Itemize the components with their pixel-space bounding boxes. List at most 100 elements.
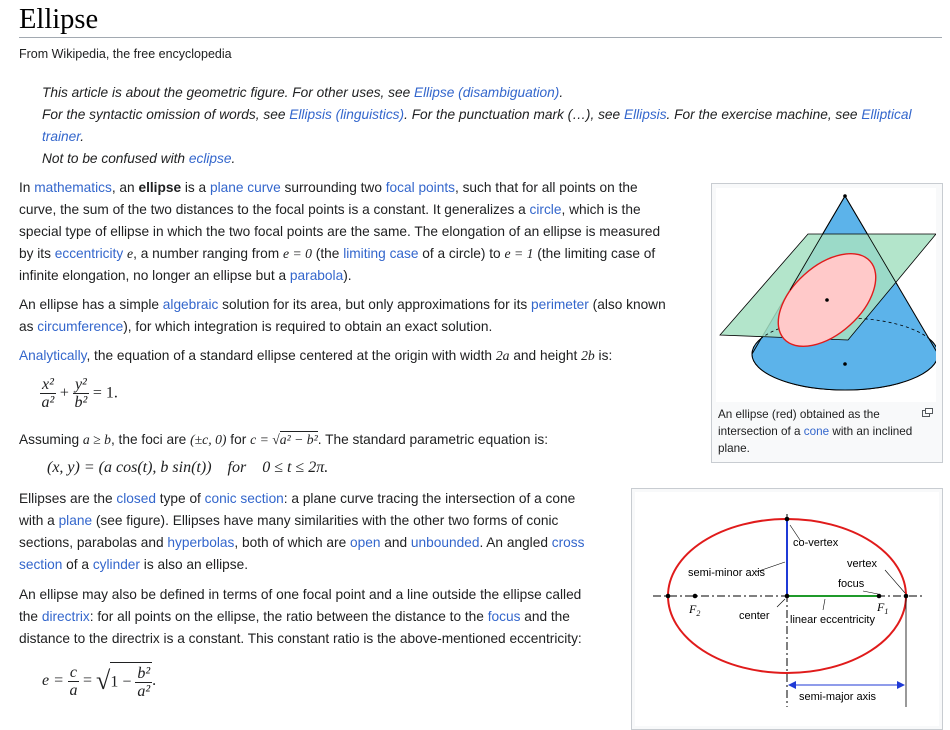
link-circle[interactable]: circle — [530, 202, 562, 217]
text: is a — [181, 180, 210, 195]
leader-vertex — [884, 569, 906, 594]
base-center-point — [843, 362, 847, 366]
link-ellipsis[interactable]: Ellipsis — [624, 107, 667, 122]
link-open[interactable]: open — [350, 535, 380, 550]
math-foci: (±c, 0) — [190, 432, 227, 447]
label-linear-ecc: linear eccentricity — [790, 614, 875, 626]
text: as — [19, 319, 38, 334]
tagline: From Wikipedia, the free encyclopedia — [19, 47, 232, 61]
text: ), for which integration is required to … — [123, 319, 493, 334]
operator-plus: + — [59, 384, 69, 402]
link-perimeter[interactable]: perimeter — [531, 297, 589, 312]
link-eccentricity[interactable]: eccentricity — [55, 246, 123, 261]
link-eclipse[interactable]: eclipse — [189, 151, 232, 166]
fraction-c-a: ca — [67, 664, 80, 699]
text: , an — [111, 180, 139, 195]
hatnote-text: This article is about the geometric figu… — [42, 85, 415, 100]
text: In — [19, 180, 35, 195]
fraction-y: y² b² — [72, 376, 89, 411]
link-cross-section-cont[interactable]: section — [19, 557, 62, 572]
text: , the foci are — [110, 432, 191, 447]
text: (also known — [588, 297, 666, 312]
link-ellipsis-linguistics[interactable]: Ellipsis (linguistics) — [289, 107, 404, 122]
text: and height — [509, 348, 582, 363]
link-elliptical-trainer-cont[interactable]: trainer — [42, 129, 80, 144]
link-plane[interactable]: plane — [59, 513, 93, 528]
text: An ellipse may also be defined in terms … — [19, 587, 582, 602]
fraction-x: x² a² — [40, 376, 56, 411]
text: Assuming — [19, 432, 83, 447]
link-hyperbolas[interactable]: hyperbolas — [167, 535, 234, 550]
text: type of — [155, 491, 205, 506]
ellipse-parts-diagram[interactable]: co-vertex vertex semi-minor axis focus F… — [635, 492, 939, 726]
section-center-point — [825, 298, 829, 302]
link-focal-points[interactable]: focal points — [386, 180, 455, 195]
text: by its — [19, 246, 55, 261]
denominator: a — [69, 681, 78, 699]
label-f2: F2 — [688, 602, 700, 618]
caption-line: An ellipse (red) obtained as the — [718, 408, 880, 421]
link-algebraic[interactable]: algebraic — [163, 297, 219, 312]
point-center — [784, 593, 790, 599]
text: with a — [19, 513, 59, 528]
sqrt-body: 1 − b² a² — [110, 662, 153, 700]
operator-equals: = — [83, 672, 93, 689]
text: (the limiting case of — [533, 246, 656, 261]
link-closed[interactable]: closed — [116, 491, 156, 506]
link-cylinder[interactable]: cylinder — [93, 557, 140, 572]
link-cone[interactable]: cone — [804, 425, 829, 438]
link-ellipse-disambiguation[interactable]: Ellipse (disambiguation) — [414, 85, 559, 100]
link-focus[interactable]: focus — [488, 609, 521, 624]
text: and — [380, 535, 411, 550]
label-center: center — [739, 610, 770, 622]
text: (the — [311, 246, 344, 261]
text: , which is the — [561, 202, 641, 217]
text: ). — [343, 268, 352, 283]
text: : for all points on the ellipse, the rat… — [89, 609, 488, 624]
text: , both of which are — [234, 535, 351, 550]
hatnote-text: . — [559, 85, 564, 100]
link-parabola[interactable]: parabola — [290, 268, 343, 283]
label-semi-major: semi-major axis — [799, 691, 877, 703]
cone-base-front — [751, 353, 936, 391]
enlarge-icon[interactable] — [922, 408, 933, 417]
text: of a circle) to — [418, 246, 505, 261]
text: special type of ellipse in which the two… — [19, 224, 661, 239]
point-focus-f2 — [692, 593, 698, 599]
label-focus: focus — [838, 578, 865, 590]
one-minus: 1 − — [110, 673, 132, 691]
cone-plane-illustration[interactable] — [716, 188, 936, 402]
link-plane-curve[interactable]: plane curve — [210, 180, 281, 195]
figure-cone-section: An ellipse (red) obtained as the interse… — [711, 183, 943, 463]
link-directrix[interactable]: directrix — [42, 609, 90, 624]
denominator: a² — [137, 683, 151, 700]
link-elliptical-trainer[interactable]: Elliptical — [861, 107, 911, 122]
hatnote-2: For the syntactic omission of words, see… — [42, 104, 912, 126]
fraction-b2-a2: b² a² — [135, 665, 153, 700]
intro-line-5: infinite elongation, no longer an ellips… — [19, 265, 352, 287]
p2-line-1: An ellipse has a simple algebraic soluti… — [19, 294, 666, 316]
hatnote-text: Not to be confused with — [42, 151, 189, 166]
link-conic-section[interactable]: conic section — [205, 491, 284, 506]
arrowhead-right — [897, 681, 905, 689]
intro-line-4: by its eccentricity e, a number ranging … — [19, 243, 655, 265]
sqrt-content: a² − b² — [279, 431, 318, 447]
link-limiting-case[interactable]: limiting case — [343, 246, 418, 261]
title-rule — [19, 37, 942, 38]
link-mathematics[interactable]: mathematics — [34, 180, 112, 195]
text: is also an ellipse. — [139, 557, 249, 572]
point-right-vertex — [903, 593, 909, 599]
figure-ellipse-parts: co-vertex vertex semi-minor axis focus F… — [631, 488, 943, 730]
link-analytically[interactable]: Analytically — [19, 348, 86, 363]
intro-line-3: special type of ellipse in which the two… — [19, 221, 660, 243]
apex-point — [843, 194, 847, 198]
p5-line-4: section of a cylinder is also an ellipse… — [19, 554, 248, 576]
equation-rhs: = 1. — [92, 384, 118, 402]
link-circumference[interactable]: circumference — [37, 319, 123, 334]
link-cross-section[interactable]: cross — [552, 535, 585, 550]
link-unbounded[interactable]: unbounded — [411, 535, 480, 550]
denominator: b² — [74, 394, 88, 411]
p5-line-2: with a plane (see figure). Ellipses have… — [19, 510, 558, 532]
text: infinite elongation, no longer an ellips… — [19, 268, 290, 283]
math-c-eq: c = — [250, 432, 273, 447]
